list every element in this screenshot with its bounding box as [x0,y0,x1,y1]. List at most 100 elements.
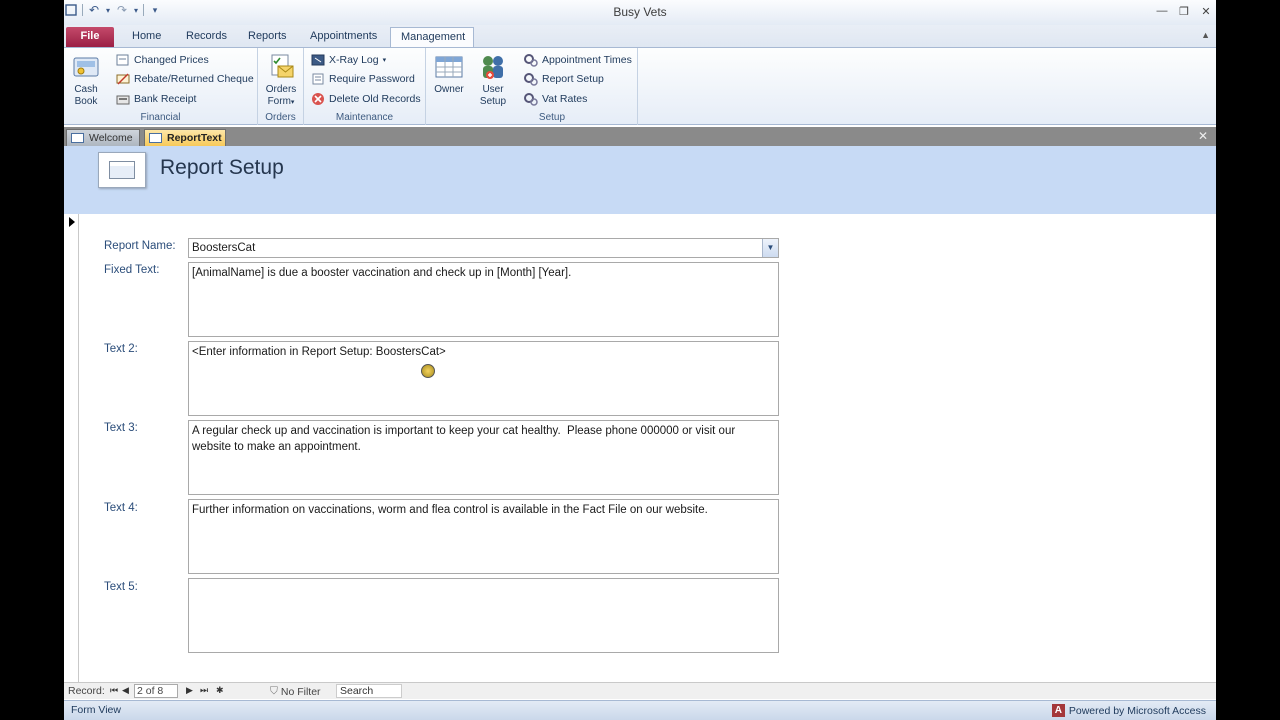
fixed-text-field[interactable]: [AnimalName] is due a booster vaccinatio… [188,262,779,337]
changed-prices-label: Changed Prices [134,54,209,66]
appointment-times-button[interactable]: Appointment Times [524,53,632,67]
title-bar: ↶ ▾ ↷ ▾ ▾ Busy Vets — ❐ ✕ [64,0,1216,25]
first-record-icon[interactable]: ⏮ [110,685,118,696]
form-icon [71,133,84,143]
delete-icon [311,92,325,106]
view-status: Form View [71,704,121,716]
vat-rates-button[interactable]: Vat Rates [524,92,587,106]
next-record-icon[interactable]: ▶ [186,685,193,696]
window-title: Busy Vets [613,5,667,19]
mouse-cursor-icon [421,364,435,378]
orders-form-icon [266,52,296,82]
rebate-returned-cheque-label: Rebate/Returned Cheque [134,73,254,85]
report-setup-button[interactable]: Report Setup [524,72,604,86]
appointment-times-label: Appointment Times [542,54,632,66]
text-3-field[interactable]: A regular check up and vaccination is im… [188,420,779,495]
delete-old-records-label: Delete Old Records [329,93,421,105]
tab-home[interactable]: Home [122,27,164,47]
require-password-button[interactable]: Require Password [311,72,415,86]
ribbon-group-financial: Cash Book Changed Prices Rebate/Returned… [64,48,258,125]
doc-tab-reporttext[interactable]: ReportText [144,129,226,146]
tab-file[interactable]: File [66,27,114,47]
minimize-ribbon-icon[interactable]: ▲ [1201,30,1210,40]
orders-form-button[interactable]: Orders Form▾ [262,52,300,109]
require-password-label: Require Password [329,73,415,85]
fixed-text-label: Fixed Text: [104,264,160,276]
bank-receipt-label: Bank Receipt [134,93,197,105]
price-tag-icon [116,53,130,67]
cash-book-icon [71,52,101,82]
owner-button[interactable]: Owner [430,52,468,96]
group-label-financial: Financial [140,112,181,123]
report-name-value: BoostersCat [192,242,256,254]
ribbon-group-maintenance: X-Ray Log ▾ Require Password Delete Old … [304,48,426,125]
powered-by: A Powered by Microsoft Access [1051,704,1206,717]
ribbon-tab-bar: File Home Records Reports Appointments M… [64,25,1216,47]
password-form-icon [311,72,325,86]
form-icon [98,152,146,188]
ribbon: Cash Book Changed Prices Rebate/Returned… [64,47,1216,125]
text-5-label: Text 5: [104,581,138,593]
group-label-orders: Orders [265,112,296,123]
record-selector[interactable] [64,214,79,682]
doc-tab-label: Welcome [89,132,133,144]
form-icon [149,133,162,143]
close-document-icon[interactable]: ✕ [1198,129,1208,143]
last-record-icon[interactable]: ⏭ [200,685,208,696]
dropdown-arrow-icon: ▾ [290,99,295,106]
restore-icon[interactable]: ❐ [1176,4,1192,18]
record-position-field[interactable]: 2 of 8 [134,684,178,698]
delete-old-records-button[interactable]: Delete Old Records [311,92,421,106]
new-record-icon[interactable]: ✱ [216,685,224,696]
text-5-field[interactable] [188,578,779,653]
orders-form-label-line1: Orders [265,84,297,95]
dropdown-arrow-icon: ▾ [382,57,387,64]
cheque-icon [116,72,130,86]
filter-status[interactable]: ⛉ No Filter [270,685,321,698]
form-title: Report Setup [160,156,284,179]
text-2-label: Text 2: [104,343,138,355]
text-4-label: Text 4: [104,502,138,514]
tab-records[interactable]: Records [176,27,227,47]
changed-prices-button[interactable]: Changed Prices [116,53,209,67]
doc-tab-label: ReportText [167,132,222,144]
window-controls: — ❐ ✕ [1154,4,1214,18]
chevron-down-icon[interactable]: ▼ [762,239,778,257]
users-icon [478,52,508,82]
filter-label: No Filter [280,685,321,698]
orders-form-label-line2: Form▾ [267,96,295,107]
user-setup-label-line1: User [482,84,504,95]
cash-book-label-line2: Book [74,96,98,107]
user-setup-button[interactable]: User Setup [474,52,512,108]
tab-management[interactable]: Management [390,27,474,47]
xray-icon [311,53,325,67]
record-navigation-bar: Record: ⏮ ◀ 2 of 8 ▶ ⏭ ✱ ⛉ No Filter Sea… [64,682,1216,699]
tab-reports[interactable]: Reports [238,27,290,47]
text-2-field[interactable]: <Enter information in Report Setup: Boos… [188,341,779,416]
group-label-maintenance: Maintenance [335,112,394,123]
report-name-label: Report Name: [104,240,176,252]
gears-icon [524,72,538,86]
text-4-field[interactable]: Further information on vaccinations, wor… [188,499,779,574]
gears-icon [524,92,538,106]
previous-record-icon[interactable]: ◀ [122,685,129,696]
ribbon-group-setup: Owner User Setup Appointment Times Repor… [426,48,638,125]
search-input[interactable]: Search [336,684,402,698]
form-header: Report Setup [64,146,1216,214]
xray-log-button[interactable]: X-Ray Log ▾ [311,53,386,67]
owner-label: Owner [434,84,464,95]
cash-book-button[interactable]: Cash Book [68,52,104,108]
powered-by-label: Powered by Microsoft Access [1068,704,1206,717]
doc-tab-welcome[interactable]: Welcome [66,129,140,146]
close-icon[interactable]: ✕ [1198,4,1214,18]
tab-appointments[interactable]: Appointments [300,27,386,47]
access-logo-icon: A [1051,704,1065,717]
gears-icon [524,53,538,67]
report-name-combobox[interactable]: BoostersCat ▼ [188,238,779,258]
document-tab-bar: Welcome ReportText ✕ [64,127,1216,146]
minimize-icon[interactable]: — [1154,4,1170,18]
text-3-label: Text 3: [104,422,138,434]
bank-receipt-button[interactable]: Bank Receipt [116,92,196,106]
rebate-returned-cheque-button[interactable]: Rebate/Returned Cheque [116,72,254,86]
ribbon-group-orders: Orders Form▾ Orders [258,48,304,125]
